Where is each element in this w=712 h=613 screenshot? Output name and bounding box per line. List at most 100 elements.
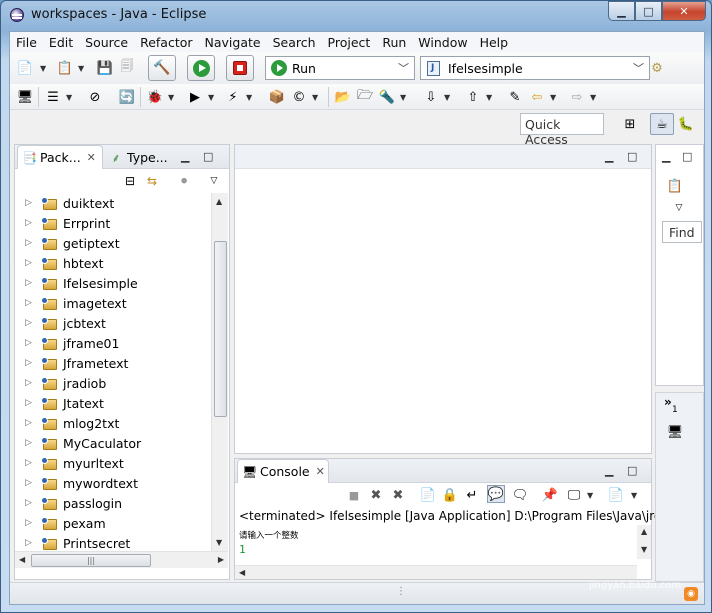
console-vertical-scrollbar[interactable]: ▲ ▼ — [637, 525, 651, 559]
expand-icon[interactable]: ▷ — [25, 298, 35, 308]
expand-icon[interactable]: ▷ — [25, 338, 35, 348]
tab-console[interactable]: 🖥 Console ✕ — [237, 459, 329, 483]
scroll-thumb[interactable]: ||| — [31, 554, 151, 567]
terminate-button[interactable] — [226, 55, 254, 81]
run-mode-select[interactable]: Run ﹀ — [265, 56, 415, 80]
console-input-line[interactable]: 1 — [239, 543, 246, 556]
open-task-icon[interactable]: ☰ — [44, 88, 62, 106]
display-console-dropdown-icon[interactable]: ▼ — [587, 491, 593, 500]
close-icon[interactable]: ✕ — [87, 151, 96, 164]
maximize-view-icon[interactable]: □ — [627, 150, 637, 163]
scroll-up-icon[interactable]: ▲ — [641, 527, 647, 536]
show-on-stdout-icon[interactable]: 💬 — [487, 485, 505, 503]
open-perspective-icon[interactable]: ⊞ — [618, 113, 642, 135]
find-input[interactable]: Find — [662, 221, 702, 243]
build-button[interactable]: 🔨 — [148, 55, 176, 81]
tree-item-errprint[interactable]: ▷ Errprint — [15, 213, 211, 233]
task-dropdown-icon[interactable]: ▼ — [66, 93, 72, 102]
scroll-left-icon[interactable]: ◀ — [239, 568, 245, 577]
menu-source[interactable]: Source — [79, 35, 134, 50]
new-class-icon[interactable]: © — [290, 88, 308, 106]
new-class-dropdown-icon[interactable]: ▼ — [312, 93, 318, 102]
tab-package-explorer[interactable]: 📑 Pack... ✕ — [17, 145, 103, 169]
expand-icon[interactable]: ▷ — [25, 218, 35, 228]
open-console-dropdown-icon[interactable]: ▼ — [631, 491, 637, 500]
search-icon[interactable]: 🔦 — [378, 88, 396, 106]
show-more-icon[interactable]: » — [664, 395, 672, 409]
tab-type-hierarchy[interactable]: ⸙ Type... — [105, 145, 175, 169]
expand-icon[interactable]: ▷ — [25, 398, 35, 408]
tree-item-passlogin[interactable]: ▷ passlogin — [15, 493, 211, 513]
debug-perspective-icon[interactable]: 🔄 — [118, 88, 136, 106]
tree-item-jframe01[interactable]: ▷ jframe01 — [15, 333, 211, 353]
debug-icon[interactable]: 🐞 — [146, 88, 164, 106]
forward-icon[interactable]: ⇨ — [568, 88, 586, 106]
view-menu-icon[interactable]: ▽ — [205, 172, 223, 190]
expand-icon[interactable]: ▷ — [25, 498, 35, 508]
focus-task-icon[interactable]: ⚫ — [175, 172, 193, 190]
maximize-button[interactable]: □ — [635, 1, 662, 21]
skip-breakpoints-icon[interactable]: ⊘ — [86, 88, 104, 106]
tree-horizontal-scrollbar[interactable]: ◀ ||| ▶ — [15, 551, 228, 568]
scroll-up-icon[interactable]: ▲ — [216, 197, 222, 206]
next-annotation-icon[interactable]: ⇩ — [422, 88, 440, 106]
expand-icon[interactable]: ▷ — [25, 478, 35, 488]
expand-icon[interactable]: ▷ — [25, 198, 35, 208]
scroll-right-icon[interactable]: ▶ — [218, 555, 224, 564]
collapse-all-icon[interactable]: ⊟ — [121, 172, 139, 190]
maximize-view-icon[interactable]: □ — [682, 150, 692, 163]
scroll-lock-icon[interactable]: 🔒 — [441, 486, 459, 504]
expand-icon[interactable]: ▷ — [25, 538, 35, 548]
pin-console-icon[interactable]: 📌 — [541, 486, 559, 504]
debug-dropdown-icon[interactable]: ▼ — [168, 93, 174, 102]
minimize-button[interactable]: ▁ — [608, 1, 635, 21]
tree-item-jradiob[interactable]: ▷ jradiob — [15, 373, 211, 393]
scroll-left-icon[interactable]: ◀ — [19, 555, 25, 564]
view-menu-icon[interactable]: ▽ — [670, 199, 688, 217]
prev-annotation-icon[interactable]: ⇧ — [464, 88, 482, 106]
menu-edit[interactable]: Edit — [43, 35, 79, 50]
editor-area[interactable]: ▁ □ — [234, 144, 652, 454]
tree-item-jtatext[interactable]: ▷ Jtatext — [15, 393, 211, 413]
next-annotation-dropdown-icon[interactable]: ▼ — [444, 93, 450, 102]
display-console-icon[interactable]: 🖵 — [565, 486, 583, 504]
minimize-view-icon[interactable]: ▁ — [181, 150, 189, 163]
console-view-icon[interactable]: 🖥 — [666, 423, 684, 441]
tree-item-jcbtext[interactable]: ▷ jcbtext — [15, 313, 211, 333]
tree-item-pexam[interactable]: ▷ pexam — [15, 513, 211, 533]
show-on-stderr-icon[interactable]: 🗨 — [511, 486, 529, 504]
remove-launch-icon[interactable]: ✖ — [367, 486, 385, 504]
open-folder-icon[interactable]: 🗁 — [356, 88, 374, 106]
new-icon[interactable]: 📄 — [16, 59, 34, 77]
tree-item-mlog2txt[interactable]: ▷ mlog2txt — [15, 413, 211, 433]
tree-item-imagetext[interactable]: ▷ imagetext — [15, 293, 211, 313]
tree-item-jframetext[interactable]: ▷ Jframetext — [15, 353, 211, 373]
back-icon[interactable]: ⇦ — [528, 88, 546, 106]
tree-item-getiptext[interactable]: ▷ getiptext — [15, 233, 211, 253]
expand-icon[interactable]: ▷ — [25, 458, 35, 468]
launch-config-select[interactable]: Ifelsesimple ﹀ — [420, 56, 650, 80]
open-console-icon[interactable]: 📄 — [607, 486, 625, 504]
menu-run[interactable]: Run — [376, 35, 412, 50]
expand-icon[interactable]: ▷ — [25, 278, 35, 288]
new-task-icon[interactable]: 📋 — [666, 177, 684, 195]
expand-icon[interactable]: ▷ — [25, 378, 35, 388]
new-dropdown-icon[interactable]: ▼ — [40, 64, 46, 73]
coverage-dropdown-icon[interactable]: ▼ — [246, 93, 252, 102]
expand-icon[interactable]: ▷ — [25, 518, 35, 528]
tree-item-printsecret[interactable]: ▷ Printsecret — [15, 533, 211, 551]
new-wizard-dropdown-icon[interactable]: ▼ — [78, 64, 84, 73]
last-edit-icon[interactable]: ✎ — [506, 88, 524, 106]
minimize-view-icon[interactable]: ▁ — [662, 150, 670, 163]
prev-annotation-dropdown-icon[interactable]: ▼ — [486, 93, 492, 102]
menu-search[interactable]: Search — [267, 35, 322, 50]
tree-item-mywordtext[interactable]: ▷ mywordtext — [15, 473, 211, 493]
close-button[interactable]: ✕ — [662, 1, 706, 21]
run-dropdown-icon[interactable]: ▼ — [208, 93, 214, 102]
expand-icon[interactable]: ▷ — [25, 358, 35, 368]
expand-icon[interactable]: ▷ — [25, 258, 35, 268]
console-view-icon[interactable]: 🖥 — [16, 88, 34, 106]
maximize-view-icon[interactable]: □ — [627, 464, 637, 477]
minimize-view-icon[interactable]: ▁ — [605, 150, 613, 163]
search-dropdown-icon[interactable]: ▼ — [400, 93, 406, 102]
